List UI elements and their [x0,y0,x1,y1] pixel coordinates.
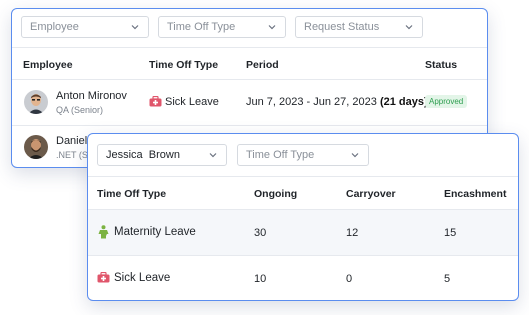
ongoing-value: 10 [254,273,267,285]
chevron-down-icon [131,25,139,30]
chevron-down-icon [405,25,413,30]
request-status-filter-select[interactable]: Request Status [295,16,423,38]
filter-divider [88,176,518,177]
encashment-value: 15 [444,227,457,239]
employee-name[interactable]: Daniel [56,135,87,147]
carryover-value: 0 [346,273,353,285]
employee-filter-select[interactable]: Employee [21,16,149,38]
header-divider [12,79,487,80]
column-header-time-off-type[interactable]: Time Off Type [97,188,166,200]
time-off-type-select[interactable]: Time Off Type [237,144,369,166]
row-divider [12,125,487,126]
chevron-down-icon [268,25,276,30]
column-header-ongoing[interactable]: Ongoing [254,188,297,200]
chevron-down-icon [351,153,359,158]
column-header-period[interactable]: Period [246,59,279,71]
carryover-value: 12 [346,227,359,239]
employee-name[interactable]: Anton Mironov [56,90,127,102]
period-days: (21 days) [379,96,428,108]
column-header-encashment[interactable]: Encashment [444,188,506,200]
column-header-time-off-type[interactable]: Time Off Type [149,59,218,71]
employee-role: QA (Senior) [56,105,104,115]
employee-select-value: Jessica Brown [106,149,180,161]
maternity-icon [98,225,109,239]
time-off-type-label: Sick Leave [114,272,171,284]
period-range: Jun 7, 2023 - Jun 27, 2023 (21 days) [246,96,428,108]
time-off-type-label: Sick Leave [165,96,219,108]
period-dates: Jun 7, 2023 - Jun 27, 2023 [246,96,377,108]
medical-bag-icon [97,272,110,283]
time-off-type-label: Maternity Leave [114,226,196,238]
time-off-type-select-placeholder: Time Off Type [246,149,315,161]
chevron-down-icon [209,153,217,158]
employee-filter-placeholder: Employee [30,21,79,33]
avatar [24,90,48,114]
avatar [24,135,48,159]
time-off-balance-card: Jessica Brown Time Off Type Time Off Typ… [87,133,519,301]
row-divider [88,255,518,256]
header-divider [88,209,518,210]
medical-bag-icon [149,96,162,107]
column-header-carryover[interactable]: Carryover [346,188,396,200]
time-off-type-filter-placeholder: Time Off Type [167,21,236,33]
column-header-employee[interactable]: Employee [23,59,73,71]
column-header-status[interactable]: Status [425,59,457,71]
encashment-value: 5 [444,273,451,285]
employee-select[interactable]: Jessica Brown [97,144,227,166]
request-status-filter-placeholder: Request Status [304,21,380,33]
ongoing-value: 30 [254,227,267,239]
filter-divider [12,47,487,48]
time-off-type-filter-select[interactable]: Time Off Type [158,16,286,38]
status-badge: Approved [425,95,468,108]
